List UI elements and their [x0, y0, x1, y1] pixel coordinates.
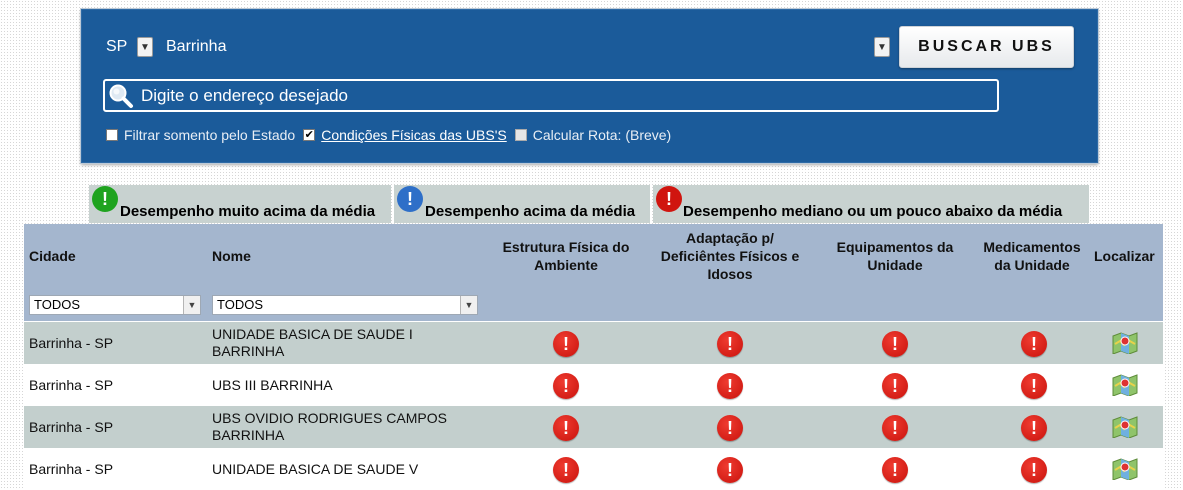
col-header-medicamentos: Medicamentos da Unidade — [983, 239, 1081, 273]
medicamentos-indicator exclamation-icon: ! — [1021, 415, 1047, 441]
chevron-down-icon: ▼ — [140, 41, 150, 53]
table-row: Barrinha - SP UNIDADE BASICA DE SAUDE I B… — [24, 322, 1163, 364]
cell-cidade: Barrinha - SP — [29, 377, 114, 393]
chevron-down-icon: ▼ — [460, 296, 477, 314]
adaptacao-indicator exclamation-icon: ! — [717, 457, 743, 483]
legend-item-median: ! Desempenho mediano ou um pouco abaixo … — [653, 185, 1089, 223]
filter-state-label: Filtrar somento pelo Estado — [124, 127, 296, 143]
search-panel: SP ▼ Barrinha ▼ BUSCAR UBS Digite o ende… — [81, 9, 1098, 163]
table-row: Barrinha - SP UNIDADE BASICA DE SAUDE V!!… — [24, 448, 1163, 490]
cell-nome: UBS III BARRINHA — [212, 376, 333, 393]
city-value: Barrinha — [166, 38, 227, 55]
estrutura-indicator exclamation-icon: ! — [553, 415, 579, 441]
equipamentos-indicator exclamation-icon: ! — [882, 415, 908, 441]
estrutura-indicator exclamation-icon: ! — [553, 457, 579, 483]
cidade-filter-select[interactable]: TODOS ▼ — [29, 295, 201, 315]
address-placeholder: Digite o endereço desejado — [141, 85, 348, 105]
medicamentos-indicator exclamation-icon: ! — [1021, 457, 1047, 483]
physical-conditions-checkbox[interactable]: ✔ — [303, 129, 316, 141]
route-label: Calcular Rota: (Breve) — [532, 127, 672, 143]
adaptacao-indicator exclamation-icon: ! — [717, 331, 743, 357]
map-icon[interactable] — [1112, 458, 1138, 480]
map-icon[interactable] — [1112, 332, 1138, 354]
filter-state-checkbox[interactable] — [106, 129, 118, 141]
map-icon[interactable] — [1112, 374, 1138, 396]
col-header-adaptacao: Adaptação p/ Deficiêntes Físicos e Idoso… — [660, 230, 800, 282]
exclamation-icon: ! — [656, 186, 682, 212]
city-dropdown[interactable]: ▼ — [874, 37, 890, 57]
legend-label: Desempenho muito acima da média — [120, 203, 376, 220]
legend-label: Desempenho acima da média — [425, 203, 636, 220]
legend-item-above: ! Desempenho acima da média — [394, 185, 650, 223]
table-row: Barrinha - SP UBS OVIDIO RODRIGUES CAMPOS… — [24, 406, 1163, 448]
chevron-down-icon: ▼ — [183, 296, 200, 314]
search-ubs-button[interactable]: BUSCAR UBS — [899, 26, 1074, 68]
equipamentos-indicator exclamation-icon: ! — [882, 331, 908, 357]
cell-cidade: Barrinha - SP — [29, 461, 114, 477]
state-dropdown[interactable]: ▼ — [137, 37, 153, 57]
col-header-nome: Nome — [212, 248, 251, 264]
table-row: Barrinha - SP UBS III BARRINHA!!!! — [24, 364, 1163, 406]
table-header: Cidade Nome Estrutura Física do Ambiente… — [24, 224, 1163, 321]
legend-item-very-above: ! Desempenho muito acima da média — [89, 185, 391, 223]
route-checkbox — [514, 129, 527, 141]
cell-cidade: Barrinha - SP — [29, 335, 114, 351]
legend-label: Desempenho mediano ou um pouco abaixo da… — [683, 203, 1063, 220]
equipamentos-indicator exclamation-icon: ! — [882, 373, 908, 399]
map-icon[interactable] — [1112, 416, 1138, 438]
cell-nome: UNIDADE BASICA DE SAUDE V — [212, 460, 419, 477]
cell-nome: UBS OVIDIO RODRIGUES CAMPOS BARRINHA — [212, 410, 447, 443]
col-header-equipamentos: Equipamentos da Unidade — [836, 239, 954, 273]
equipamentos-indicator exclamation-icon: ! — [882, 457, 908, 483]
medicamentos-indicator exclamation-icon: ! — [1021, 373, 1047, 399]
adaptacao-indicator exclamation-icon: ! — [717, 373, 743, 399]
chevron-down-icon: ▼ — [877, 41, 887, 53]
address-input[interactable]: Digite o endereço desejado — [103, 79, 999, 112]
col-header-estrutura: Estrutura Física do Ambiente — [502, 239, 630, 273]
col-header-localizar: Localizar — [1094, 248, 1155, 264]
physical-conditions-link[interactable]: Condições Físicas das UBS'S — [321, 127, 507, 143]
exclamation-icon: ! — [397, 186, 423, 212]
adaptacao-indicator exclamation-icon: ! — [717, 415, 743, 441]
cell-nome: UNIDADE BASICA DE SAUDE I BARRINHA — [212, 326, 413, 359]
medicamentos-indicator exclamation-icon: ! — [1021, 331, 1047, 357]
cidade-filter-value: TODOS — [34, 297, 80, 312]
estrutura-indicator exclamation-icon: ! — [553, 331, 579, 357]
search-options: Filtrar somento pelo Estado ✔ Condições … — [106, 127, 671, 143]
col-header-cidade: Cidade — [29, 248, 76, 264]
magnifier-icon — [109, 84, 133, 108]
cell-cidade: Barrinha - SP — [29, 419, 114, 435]
exclamation-icon: ! — [92, 186, 118, 212]
nome-filter-select[interactable]: TODOS ▼ — [212, 295, 478, 315]
estrutura-indicator exclamation-icon: ! — [553, 373, 579, 399]
nome-filter-value: TODOS — [217, 297, 263, 312]
state-value: SP — [106, 38, 128, 55]
